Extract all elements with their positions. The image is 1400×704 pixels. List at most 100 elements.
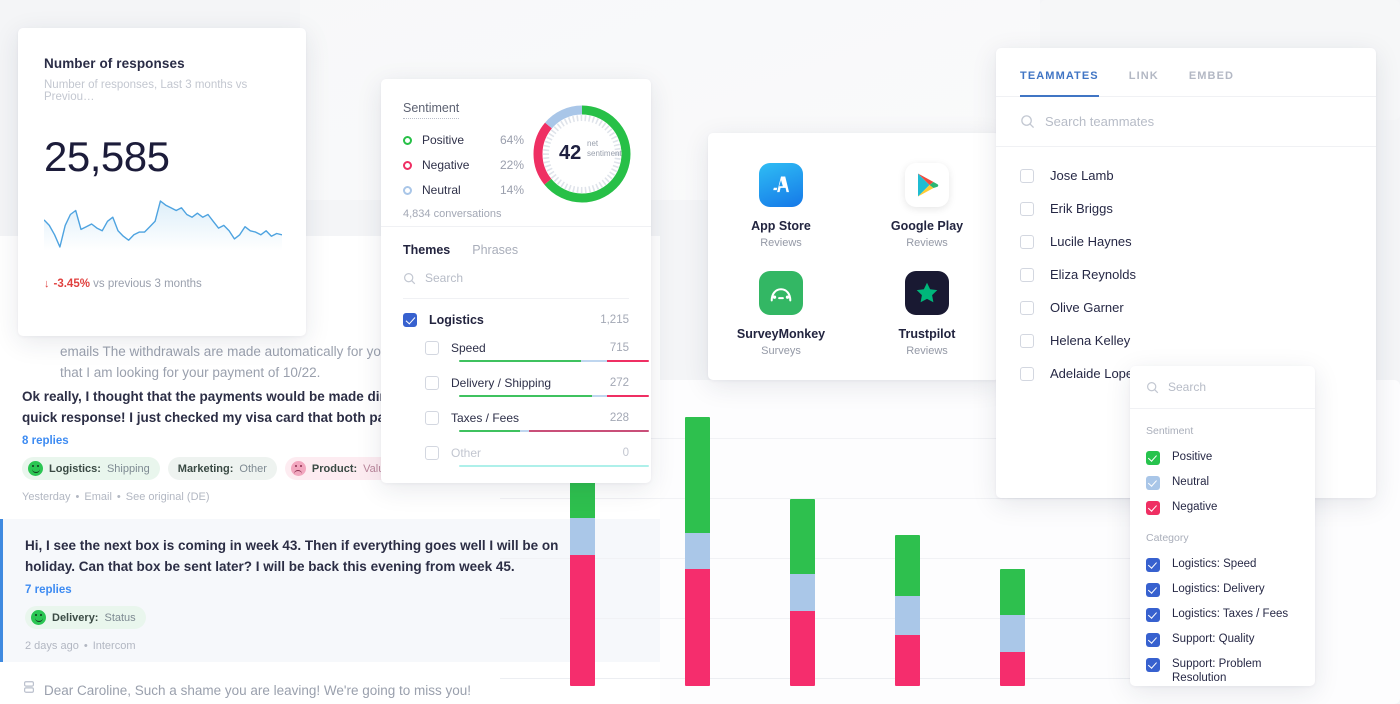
- teammate-checkbox[interactable]: [1020, 300, 1034, 315]
- filter-checkbox[interactable]: [1146, 501, 1160, 515]
- theme-row[interactable]: Speed 715: [425, 341, 629, 355]
- filter-search[interactable]: Search: [1130, 366, 1315, 409]
- theme-sentiment-bar: [459, 465, 649, 467]
- filter-checkbox[interactable]: [1146, 658, 1160, 672]
- integration-trustpilot[interactable]: Trustpilot Reviews: [854, 271, 1000, 357]
- integration-name: Trustpilot: [898, 327, 956, 341]
- conversation-preline: Dear Caroline, Such a shame you are leav…: [44, 683, 472, 698]
- chart-bar[interactable]: [1000, 569, 1025, 686]
- teammate-list-item[interactable]: Jose Lamb: [1020, 159, 1352, 192]
- tab-phrases[interactable]: Phrases: [472, 243, 518, 257]
- filter-sentiment-row[interactable]: Neutral: [1146, 470, 1299, 495]
- filter-checkbox[interactable]: [1146, 633, 1160, 647]
- teammate-list-item[interactable]: Helena Kelley: [1020, 324, 1352, 357]
- down-arrow-icon: ↓: [44, 278, 50, 290]
- theme-row[interactable]: Delivery / Shipping 272: [425, 376, 629, 390]
- tag-value: Status: [104, 611, 136, 624]
- theme-checkbox[interactable]: [425, 376, 439, 390]
- integration-surveymonkey[interactable]: SurveyMonkey Surveys: [708, 271, 854, 357]
- tab-themes[interactable]: Themes: [403, 243, 450, 257]
- themes-section: Themes Phrases Search Logistics 1,215 Spee…: [381, 227, 651, 467]
- teammate-checkbox[interactable]: [1020, 168, 1034, 183]
- teammate-checkbox[interactable]: [1020, 234, 1034, 249]
- theme-name: Speed: [451, 341, 486, 355]
- filter-checkbox[interactable]: [1146, 583, 1160, 597]
- tag-chip[interactable]: Marketing: Other: [167, 457, 277, 480]
- see-original-link[interactable]: See original (DE): [126, 491, 210, 503]
- filter-search-placeholder: Search: [1168, 380, 1207, 394]
- filter-checkbox[interactable]: [1146, 558, 1160, 572]
- conversation-count: 4,834 conversations: [403, 208, 502, 220]
- teammate-checkbox[interactable]: [1020, 333, 1034, 348]
- kpi-value: 25,585: [44, 133, 170, 180]
- teammate-name: Olive Garner: [1050, 300, 1124, 315]
- theme-name: Other: [451, 446, 482, 460]
- tag-chip[interactable]: Logistics: Shipping: [22, 457, 160, 480]
- filter-category-row[interactable]: Logistics: Delivery: [1146, 577, 1299, 602]
- filter-sentiment-row[interactable]: Negative: [1146, 495, 1299, 520]
- integration-name: SurveyMonkey: [736, 327, 826, 341]
- theme-name: Taxes / Fees: [451, 411, 520, 425]
- chart-bar[interactable]: [895, 535, 920, 686]
- sentiment-label: Sentiment: [403, 101, 460, 119]
- meta-channel: Intercom: [92, 640, 136, 652]
- integration-sub: Reviews: [906, 237, 948, 249]
- sentiment-themes-card: Sentiment Positive 64% Negative 22% Neut…: [381, 79, 651, 483]
- filter-category-row[interactable]: Logistics: Speed: [1146, 552, 1299, 577]
- search-icon: [1147, 381, 1159, 393]
- integration-app-store[interactable]: App Store Reviews: [708, 163, 854, 249]
- theme-row[interactable]: Logistics 1,215: [403, 313, 629, 327]
- theme-checkbox[interactable]: [425, 411, 439, 425]
- teammate-list-item[interactable]: Eliza Reynolds: [1020, 258, 1352, 291]
- net-sentiment-donut: 42 net sentiment: [529, 101, 635, 207]
- filter-category-row[interactable]: Logistics: Taxes / Fees: [1146, 602, 1299, 627]
- themes-search-placeholder: Search: [425, 271, 464, 285]
- teammate-list-item[interactable]: Olive Garner: [1020, 291, 1352, 324]
- kpi-card: Number of responses Number of responses,…: [18, 28, 306, 336]
- teammate-checkbox[interactable]: [1020, 267, 1034, 282]
- teammate-checkbox[interactable]: [1020, 201, 1034, 216]
- teammate-list-item[interactable]: Erik Briggs: [1020, 192, 1352, 225]
- theme-checkbox[interactable]: [425, 341, 439, 355]
- filter-sentiment-row[interactable]: Positive: [1146, 445, 1299, 470]
- search-icon: [404, 272, 416, 284]
- app-background: I think I just ans emails The withdrawal…: [0, 0, 1400, 704]
- teammate-checkbox[interactable]: [1020, 366, 1034, 381]
- tag-key: Product:: [311, 462, 358, 475]
- legend-name: Negative: [422, 158, 470, 172]
- legend-pct: 14%: [500, 183, 525, 197]
- teammate-name: Lucile Haynes: [1050, 234, 1132, 249]
- theme-checkbox[interactable]: [425, 446, 439, 460]
- legend-pct: 22%: [500, 158, 525, 172]
- theme-row[interactable]: Other 0: [425, 446, 629, 460]
- tab-teammates[interactable]: TEAMMATES: [1020, 70, 1099, 97]
- integration-google-play[interactable]: Google Play Reviews: [854, 163, 1000, 249]
- tag-key: Logistics:: [49, 462, 101, 475]
- chart-bar[interactable]: [790, 498, 815, 686]
- theme-row[interactable]: Taxes / Fees 228: [425, 411, 629, 425]
- search-icon: [1021, 115, 1035, 129]
- theme-checkbox[interactable]: [403, 313, 417, 327]
- tab-link[interactable]: LINK: [1129, 70, 1159, 96]
- kpi-delta-label: vs previous 3 months: [93, 278, 202, 290]
- tab-embed[interactable]: EMBED: [1189, 70, 1234, 96]
- tag-value: Shipping: [106, 462, 150, 475]
- filter-category-row[interactable]: Support: Quality: [1146, 627, 1299, 652]
- sentiment-section: Sentiment Positive 64% Negative 22% Neut…: [381, 79, 651, 227]
- teammates-search[interactable]: Search teammates: [996, 97, 1376, 147]
- themes-search[interactable]: Search: [403, 271, 629, 299]
- teammate-name: Helena Kelley: [1050, 333, 1131, 348]
- filter-label: Negative: [1172, 501, 1218, 513]
- teammates-search-placeholder: Search teammates: [1045, 114, 1155, 129]
- happy-emoji-icon: [31, 610, 46, 625]
- filter-checkbox[interactable]: [1146, 608, 1160, 622]
- filter-category-row[interactable]: Support: Problem Resolution: [1146, 652, 1299, 686]
- filter-checkbox[interactable]: [1146, 451, 1160, 465]
- theme-count: 1,215: [600, 314, 629, 326]
- teammate-list-item[interactable]: Lucile Haynes: [1020, 225, 1352, 258]
- tag-chip[interactable]: Delivery: Status: [25, 606, 146, 629]
- filter-checkbox[interactable]: [1146, 476, 1160, 490]
- kpi-delta: ↓ -3.45% vs previous 3 months: [44, 278, 280, 290]
- chart-bar[interactable]: [685, 416, 710, 686]
- teammates-list: Jose Lamb Erik Briggs Lucile Haynes Eliza R…: [996, 147, 1376, 390]
